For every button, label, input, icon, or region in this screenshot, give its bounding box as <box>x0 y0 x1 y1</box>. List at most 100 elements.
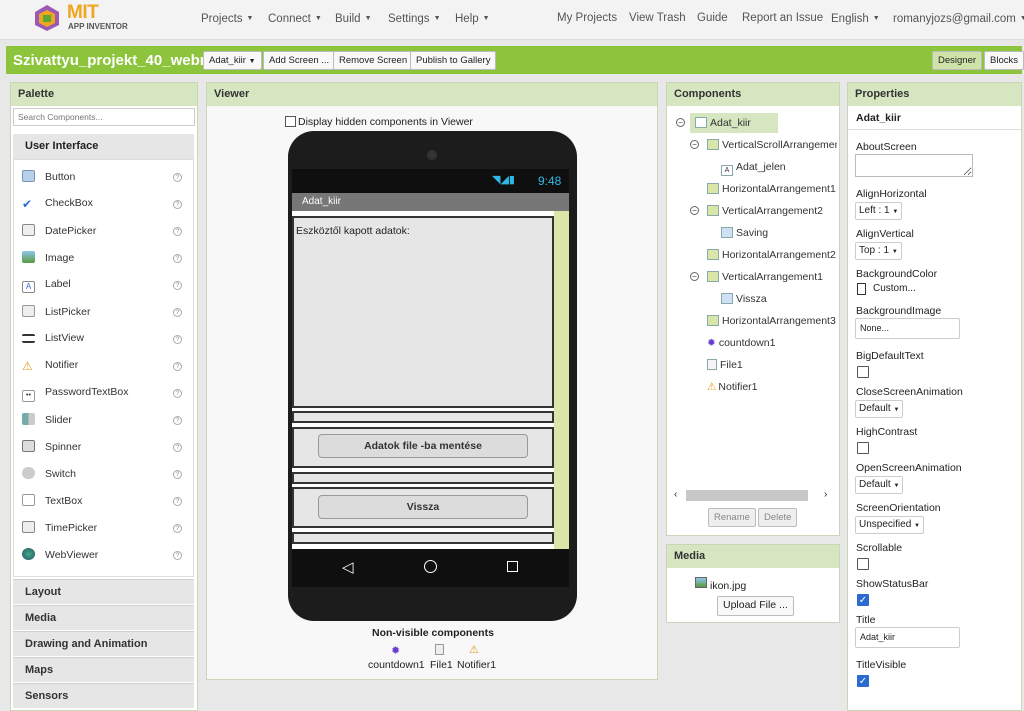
nonvis-file[interactable]: File1 <box>430 659 453 671</box>
tree-node-vertical-scroll[interactable]: VerticalScrollArrangemen <box>707 138 837 153</box>
help-icon[interactable]: ? <box>173 551 182 560</box>
category-media[interactable]: Media <box>13 605 194 630</box>
category-maps[interactable]: Maps <box>13 657 194 682</box>
help-icon[interactable]: ? <box>173 254 182 263</box>
screen-orientation-dropdown[interactable]: Unspecified ▼ <box>855 516 924 534</box>
scroll-left-icon[interactable]: ‹ <box>674 489 677 500</box>
horizontal-arrangement-2[interactable] <box>292 472 554 484</box>
tree-node-horizontal-3[interactable]: HorizontalArrangement3 <box>707 314 836 329</box>
tree-node-vertical-2[interactable]: VerticalArrangement2 <box>707 204 823 219</box>
palette-item-datepicker[interactable]: DatePicker <box>22 224 96 240</box>
title-input[interactable]: Adat_kiir <box>855 627 960 648</box>
search-components-input[interactable] <box>13 108 195 126</box>
collapse-icon[interactable]: − <box>690 206 699 215</box>
help-icon[interactable]: ? <box>173 335 182 344</box>
palette-item-textbox[interactable]: TextBox <box>22 494 82 510</box>
menu-connect[interactable]: Connect ▼ <box>268 13 322 25</box>
help-icon[interactable]: ? <box>173 173 182 182</box>
palette-item-listpicker[interactable]: ListPicker <box>22 305 91 321</box>
upload-file-button[interactable]: Upload File ... <box>717 596 794 616</box>
menu-build[interactable]: Build ▼ <box>335 13 372 25</box>
show-statusbar-checkbox[interactable]: ✓ <box>857 594 869 606</box>
tree-node-countdown[interactable]: ✹ countdown1 <box>707 336 775 351</box>
scroll-right-icon[interactable]: › <box>824 489 827 500</box>
horizontal-arrangement-1[interactable] <box>292 411 554 423</box>
palette-item-button[interactable]: Button <box>22 170 75 186</box>
about-screen-textarea[interactable] <box>855 154 973 177</box>
help-icon[interactable]: ? <box>173 389 182 398</box>
horizontal-arrangement-3[interactable] <box>292 532 554 544</box>
palette-item-webviewer[interactable]: WebViewer <box>22 548 98 564</box>
tree-node-saving[interactable]: Saving <box>721 226 768 241</box>
menu-language[interactable]: English ▼ <box>831 13 880 25</box>
vertical-scroll-arrangement[interactable] <box>292 216 554 408</box>
media-file-name[interactable]: ikon.jpg <box>710 580 746 592</box>
rename-button[interactable]: Rename <box>708 508 756 527</box>
app-inventor-logo-icon[interactable] <box>32 4 62 32</box>
menu-projects[interactable]: Projects ▼ <box>201 13 253 25</box>
category-user-interface[interactable]: User Interface <box>13 134 194 159</box>
big-default-text-checkbox[interactable] <box>857 366 869 378</box>
collapse-icon[interactable]: − <box>676 118 685 127</box>
bgcolor-value[interactable]: Custom... <box>873 283 916 294</box>
add-screen-button[interactable]: Add Screen ... <box>263 51 336 70</box>
palette-item-switch[interactable]: Switch <box>22 467 76 483</box>
tree-node-adat-kiir[interactable]: Adat_kiir <box>695 116 751 131</box>
palette-item-notifier[interactable]: ⚠ Notifier <box>22 359 78 375</box>
designer-button[interactable]: Designer <box>932 51 983 70</box>
color-swatch[interactable] <box>857 283 866 295</box>
blocks-button[interactable]: Blocks <box>984 51 1024 70</box>
delete-button[interactable]: Delete <box>758 508 798 527</box>
help-icon[interactable]: ? <box>173 308 182 317</box>
palette-item-slider[interactable]: Slider <box>22 413 72 429</box>
tree-node-file[interactable]: File1 <box>707 358 743 373</box>
help-icon[interactable]: ? <box>173 227 182 236</box>
palette-item-timepicker[interactable]: TimePicker <box>22 521 97 537</box>
tree-node-vertical-1[interactable]: VerticalArrangement1 <box>707 270 823 285</box>
tree-horizontal-scrollbar[interactable]: ‹ › <box>672 489 836 503</box>
palette-item-image[interactable]: Image <box>22 251 74 267</box>
help-icon[interactable]: ? <box>173 200 182 209</box>
palette-item-label[interactable]: A Label <box>22 278 71 294</box>
nonvis-notifier[interactable]: Notifier1 <box>457 659 496 671</box>
nonvis-countdown[interactable]: countdown1 <box>368 659 425 671</box>
tree-node-horizontal-2[interactable]: HorizontalArrangement2 <box>707 248 836 263</box>
screen-select-dropdown[interactable]: Adat_kiir ▼ <box>203 51 262 70</box>
save-to-file-button[interactable]: Adatok file -ba mentése <box>318 434 528 458</box>
link-guide[interactable]: Guide <box>697 12 728 24</box>
link-report-issue[interactable]: Report an Issue <box>742 12 823 24</box>
align-horizontal-dropdown[interactable]: Left : 1 ▼ <box>855 202 903 220</box>
tree-node-adat-jelen[interactable]: A Adat_jelen <box>721 160 786 176</box>
tree-node-horizontal-1[interactable]: HorizontalArrangement1 <box>707 182 836 197</box>
link-view-trash[interactable]: View Trash <box>629 12 686 24</box>
help-icon[interactable]: ? <box>173 524 182 533</box>
vissza-button[interactable]: Vissza <box>318 495 528 519</box>
bgimage-picker[interactable]: None... <box>855 318 960 339</box>
category-sensors[interactable]: Sensors <box>13 683 194 708</box>
category-drawing-animation[interactable]: Drawing and Animation <box>13 631 194 656</box>
help-icon[interactable]: ? <box>173 416 182 425</box>
high-contrast-checkbox[interactable] <box>857 442 869 454</box>
help-icon[interactable]: ? <box>173 281 182 290</box>
close-animation-dropdown[interactable]: Default ▼ <box>855 400 904 418</box>
help-icon[interactable]: ? <box>173 497 182 506</box>
tree-node-vissza[interactable]: Vissza <box>721 292 767 307</box>
display-hidden-checkbox[interactable]: Display hidden components in Viewer <box>285 116 473 128</box>
publish-gallery-button[interactable]: Publish to Gallery <box>410 51 497 70</box>
palette-item-listview[interactable]: ListView <box>22 332 84 348</box>
collapse-icon[interactable]: − <box>690 272 699 281</box>
palette-item-passwordtextbox[interactable]: •• PasswordTextBox <box>22 386 128 402</box>
palette-item-checkbox[interactable]: ✔ CheckBox <box>22 197 93 213</box>
title-visible-checkbox[interactable]: ✓ <box>857 675 869 687</box>
collapse-icon[interactable]: − <box>690 140 699 149</box>
menu-account[interactable]: romanyjozs@gmail.com ▼ <box>893 13 1024 25</box>
help-icon[interactable]: ? <box>173 470 182 479</box>
open-animation-dropdown[interactable]: Default ▼ <box>855 476 904 494</box>
help-icon[interactable]: ? <box>173 362 182 371</box>
help-icon[interactable]: ? <box>173 443 182 452</box>
palette-item-spinner[interactable]: Spinner <box>22 440 81 456</box>
checkbox-box[interactable] <box>285 116 296 127</box>
scrollable-checkbox[interactable] <box>857 558 869 570</box>
logo-mit[interactable]: MIT <box>67 2 99 24</box>
align-vertical-dropdown[interactable]: Top : 1 ▼ <box>855 242 902 260</box>
